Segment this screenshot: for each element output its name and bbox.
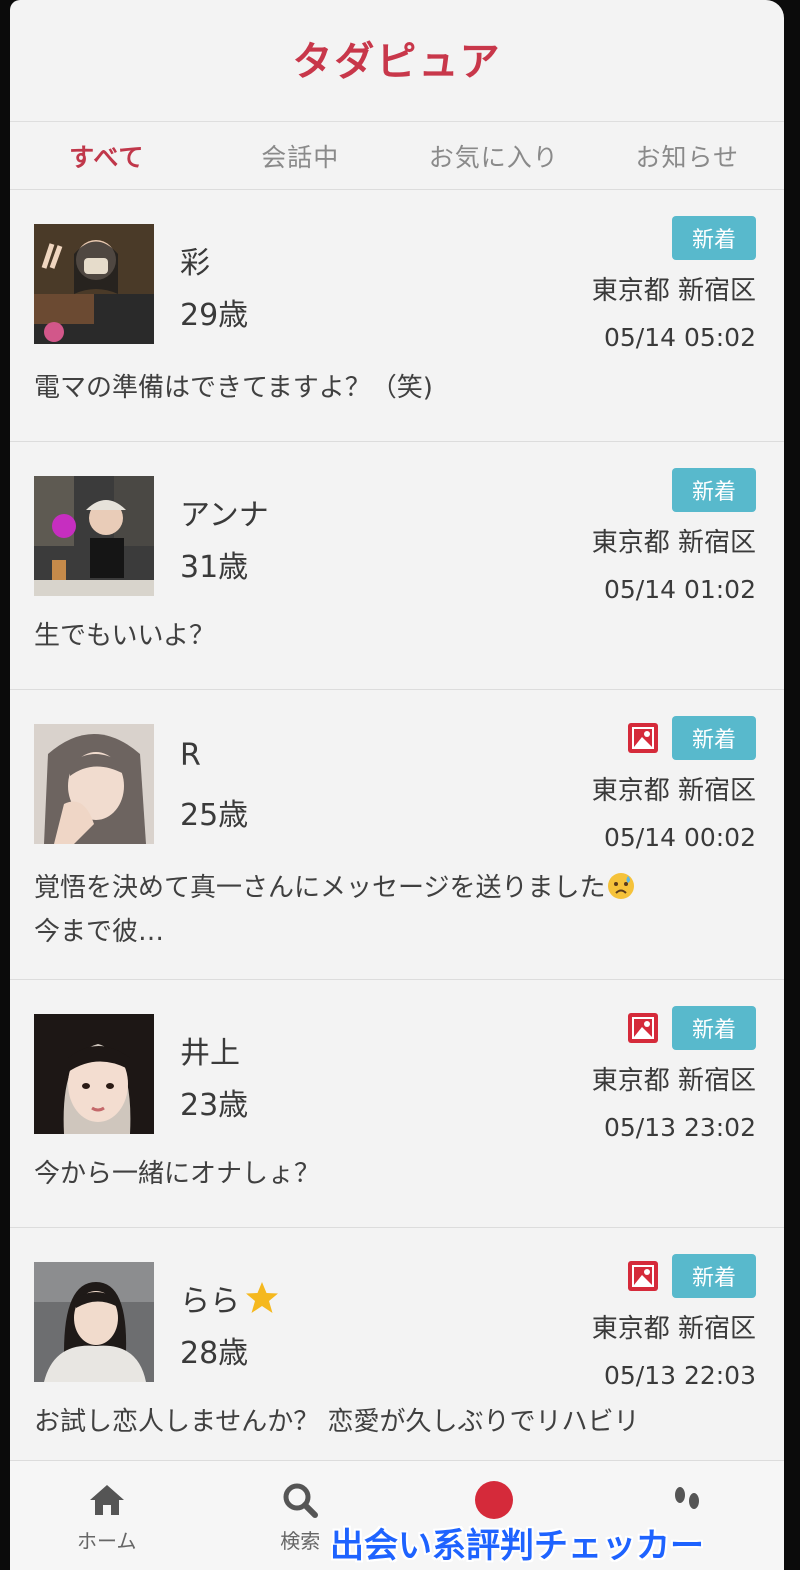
message-datetime: 05/13 22:03	[603, 1361, 756, 1390]
avatar-photo	[34, 1262, 154, 1382]
meta-column: 新着 東京都 新宿区 05/13 23:02	[556, 1006, 756, 1142]
new-badge: 新着	[671, 216, 756, 260]
message-datetime: 05/14 00:02	[603, 823, 756, 852]
search-icon	[283, 1483, 319, 1518]
avatar-photo	[34, 476, 154, 596]
badge-row: 新着	[556, 1006, 756, 1050]
avatar[interactable]	[34, 1014, 154, 1134]
message-preview-text: 覚悟を決めて真一さんにメッセージを送りました	[34, 873, 606, 903]
avatar-photo	[34, 724, 154, 844]
user-age: 23歳	[180, 1088, 249, 1123]
star-icon	[246, 1282, 278, 1313]
avatar[interactable]	[34, 224, 154, 344]
user-location: 東京都 新宿区	[591, 1066, 756, 1096]
user-location: 東京都 新宿区	[591, 528, 756, 558]
notification-dot	[474, 1481, 513, 1519]
footprints-icon	[675, 1487, 700, 1509]
user-name-text: らら	[180, 1284, 240, 1319]
nav-footprints[interactable]	[591, 1481, 785, 1519]
user-age: 28歳	[180, 1336, 249, 1371]
message-card[interactable]: らら 28歳 新着 東京都 新宿区 05/13 22:03 お試し恋人しませんか…	[10, 1228, 784, 1488]
badge-row: 新着	[556, 716, 756, 760]
app-title: タダピュア	[292, 38, 502, 85]
photo-attachment-icon	[627, 723, 658, 753]
message-datetime: 05/13 23:02	[603, 1113, 756, 1142]
new-badge: 新着	[671, 716, 756, 760]
meta-column: 新着 東京都 新宿区 05/14 01:02	[556, 468, 756, 604]
user-name: 彩	[180, 246, 210, 281]
meta-column: 新着 東京都 新宿区 05/14 05:02	[556, 216, 756, 352]
tab-favorites[interactable]: お気に入り	[397, 138, 591, 174]
photo-attachment-icon	[627, 1013, 658, 1043]
new-badge: 新着	[671, 1254, 756, 1298]
badge-row: 新着	[556, 216, 756, 260]
message-preview: 今から一緒にオナしょ？	[34, 1159, 321, 1189]
nav-search-label: 検索	[280, 1529, 321, 1553]
badge-row: 新着	[556, 468, 756, 512]
watermark: 出会い系評判チェッカー	[330, 1526, 704, 1566]
user-location: 東京都 新宿区	[591, 1314, 756, 1344]
tab-notifications[interactable]: お知らせ	[591, 138, 785, 174]
badge-row: 新着	[556, 1254, 756, 1298]
phone-screen: タダピュア すべて 会話中 お気に入り お知らせ 彩 29歳 新着 東京都 新宿…	[10, 0, 784, 1570]
message-preview-line: 覚悟を決めて真一さんにメッセージを送りました	[34, 866, 750, 910]
user-name: R	[180, 738, 201, 773]
message-card[interactable]: 井上 23歳 新着 東京都 新宿区 05/13 23:02 今から一緒にオナしょ…	[10, 980, 784, 1228]
avatar-photo	[34, 224, 154, 344]
message-preview-line: 今まで彼…	[34, 917, 165, 947]
avatar[interactable]	[34, 1262, 154, 1382]
message-preview: 生でもいいよ？	[34, 621, 215, 651]
avatar[interactable]	[34, 724, 154, 844]
user-location: 東京都 新宿区	[591, 776, 756, 806]
tab-bar: すべて 会話中 お気に入り お知らせ	[10, 122, 784, 190]
tab-in-conversation[interactable]: 会話中	[204, 138, 398, 174]
user-name: アンナ	[180, 498, 269, 533]
meta-column: 新着 東京都 新宿区 05/14 00:02	[556, 716, 756, 852]
user-age: 31歳	[180, 550, 249, 585]
meta-column: 新着 東京都 新宿区 05/13 22:03	[556, 1254, 756, 1390]
user-name: 井上	[180, 1036, 240, 1071]
message-preview: お試し恋人しませんか？ 恋愛が久しぶりでリハビリ	[34, 1407, 640, 1437]
avatar[interactable]	[34, 476, 154, 596]
nav-messages[interactable]	[397, 1481, 591, 1519]
new-badge: 新着	[671, 468, 756, 512]
photo-attachment-icon	[627, 1261, 658, 1291]
new-badge: 新着	[671, 1006, 756, 1050]
message-card[interactable]: 彩 29歳 新着 東京都 新宿区 05/14 05:02 電マの準備はできてます…	[10, 190, 784, 442]
message-datetime: 05/14 05:02	[603, 323, 756, 352]
nav-home[interactable]: ホーム	[10, 1481, 204, 1554]
user-name: らら	[180, 1276, 280, 1320]
nav-home-label: ホーム	[77, 1529, 137, 1553]
user-age: 29歳	[180, 298, 249, 333]
avatar-photo	[34, 1014, 154, 1134]
user-age: 25歳	[180, 798, 249, 833]
message-card[interactable]: R 25歳 新着 東京都 新宿区 05/14 00:02 覚悟を決めて真一さんに…	[10, 690, 784, 980]
tab-all[interactable]: すべて	[10, 138, 204, 174]
home-icon	[89, 1485, 124, 1515]
sad-face-icon	[608, 873, 635, 899]
user-location: 東京都 新宿区	[591, 276, 756, 306]
message-datetime: 05/14 01:02	[603, 575, 756, 604]
message-card[interactable]: アンナ 31歳 新着 東京都 新宿区 05/14 01:02 生でもいいよ？	[10, 442, 784, 690]
app-header: タダピュア	[10, 0, 784, 122]
message-list: 彩 29歳 新着 東京都 新宿区 05/14 05:02 電マの準備はできてます…	[10, 190, 784, 1488]
message-preview: 電マの準備はできてますよ？（笑)	[34, 373, 433, 403]
message-preview: 覚悟を決めて真一さんにメッセージを送りました 今まで彼…	[34, 866, 750, 954]
